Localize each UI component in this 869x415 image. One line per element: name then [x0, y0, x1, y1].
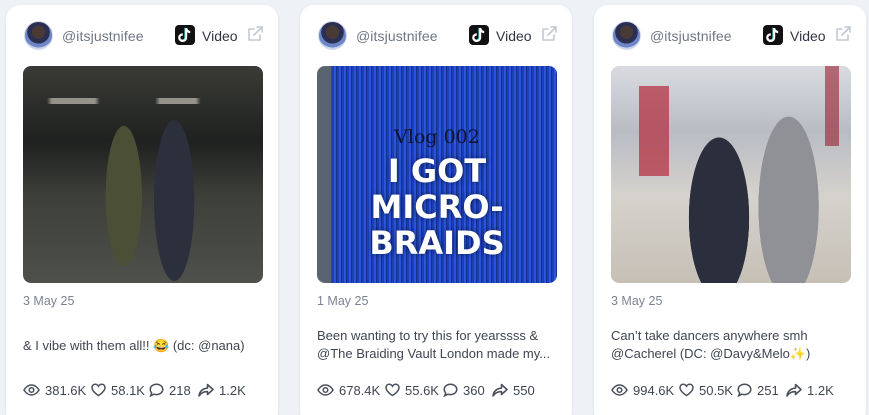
post-card[interactable]: @itsjustnifee Video 3 May 25 & I vibe wi… — [6, 5, 278, 415]
post-caption: Can’t take dancers anywhere smh @Cachere… — [611, 327, 852, 363]
card-header: @itsjustnifee Video — [318, 21, 558, 51]
post-date: 1 May 25 — [317, 294, 369, 308]
video-thumbnail[interactable]: Vlog 002 I GOT MICRO- BRAIDS — [317, 66, 557, 283]
shares-stat: 1.2K — [198, 381, 246, 399]
tiktok-icon — [469, 25, 489, 45]
thumbnail-text-line: MICRO- — [370, 188, 504, 226]
caption-line: Been wanting to try this for yearssss & — [317, 328, 539, 343]
heart-icon — [385, 383, 400, 397]
shares-count: 1.2K — [807, 382, 834, 398]
external-link-icon[interactable] — [246, 25, 264, 43]
platform-label: Video — [496, 28, 532, 44]
eye-icon — [317, 384, 334, 396]
views-stat: 994.6K — [611, 381, 674, 399]
tiktok-icon — [175, 25, 195, 45]
comment-icon — [149, 383, 164, 397]
thumbnail-text-line: BRAIDS — [369, 224, 505, 262]
likes-count: 55.6K — [405, 382, 439, 398]
comment-icon — [443, 383, 458, 397]
views-stat: 678.4K — [317, 381, 380, 399]
comments-stat: 251 — [737, 381, 779, 399]
avatar[interactable] — [612, 21, 641, 50]
comments-stat: 218 — [149, 381, 191, 399]
views-stat: 381.6K — [23, 381, 86, 399]
shares-stat: 550 — [492, 381, 535, 399]
eye-icon — [23, 384, 40, 396]
share-icon — [198, 383, 214, 397]
heart-icon — [91, 383, 106, 397]
account-handle[interactable]: @itsjustnifee — [650, 28, 732, 44]
post-caption: Been wanting to try this for yearssss & … — [317, 327, 558, 363]
comments-count: 251 — [757, 382, 779, 398]
views-count: 381.6K — [45, 382, 87, 398]
shares-count: 550 — [513, 382, 535, 398]
caption-line: @Cacherel (DC: @Davy&Melo✨) — [611, 346, 811, 361]
post-card[interactable]: @itsjustnifee Video Vlog 002 I GOT MICRO… — [300, 5, 572, 415]
comments-stat: 360 — [443, 381, 485, 399]
eye-icon — [611, 384, 628, 396]
likes-count: 58.1K — [111, 382, 145, 398]
likes-count: 50.5K — [699, 382, 733, 398]
shares-count: 1.2K — [219, 382, 246, 398]
share-icon — [492, 383, 508, 397]
post-card[interactable]: @itsjustnifee Video 3 May 25 Can’t take … — [594, 5, 866, 415]
post-date: 3 May 25 — [611, 294, 663, 308]
external-link-icon[interactable] — [834, 25, 852, 43]
account-handle[interactable]: @itsjustnifee — [62, 28, 144, 44]
account-handle[interactable]: @itsjustnifee — [356, 28, 438, 44]
likes-stat: 50.5K — [679, 381, 733, 399]
shares-stat: 1.2K — [786, 381, 834, 399]
avatar[interactable] — [24, 21, 53, 50]
avatar[interactable] — [318, 21, 347, 50]
likes-stat: 55.6K — [385, 381, 439, 399]
views-count: 678.4K — [339, 382, 381, 398]
caption-line: Can’t take dancers anywhere smh — [611, 328, 808, 343]
video-thumbnail[interactable] — [23, 66, 263, 283]
thumbnail-subtitle: Vlog 002 — [394, 126, 480, 148]
caption-line: & I vibe with them all!! 😂 (dc: @nana) — [23, 338, 245, 353]
share-icon — [786, 383, 802, 397]
comment-icon — [737, 383, 752, 397]
heart-icon — [679, 383, 694, 397]
post-date: 3 May 25 — [23, 294, 75, 308]
thumbnail-text-line: I GOT — [387, 152, 487, 190]
platform-label: Video — [202, 28, 238, 44]
views-count: 994.6K — [633, 382, 675, 398]
platform-label: Video — [790, 28, 826, 44]
video-thumbnail[interactable] — [611, 66, 851, 283]
caption-line: @The Braiding Vault London made my... — [317, 346, 551, 361]
card-header: @itsjustnifee Video — [612, 21, 852, 51]
external-link-icon[interactable] — [540, 25, 558, 43]
comments-count: 360 — [463, 382, 485, 398]
post-caption: & I vibe with them all!! 😂 (dc: @nana) — [23, 337, 264, 355]
tiktok-icon — [763, 25, 783, 45]
comments-count: 218 — [169, 382, 191, 398]
likes-stat: 58.1K — [91, 381, 145, 399]
card-header: @itsjustnifee Video — [24, 21, 264, 51]
